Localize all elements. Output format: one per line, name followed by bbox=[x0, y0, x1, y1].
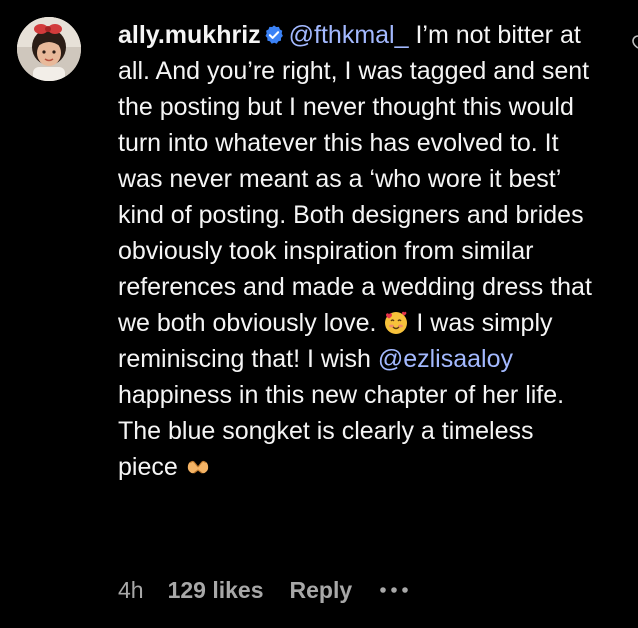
timestamp: 4h bbox=[118, 576, 144, 603]
comment-text: ally.mukhriz @fthkmal_ I’m not bitter at … bbox=[118, 17, 598, 485]
mention-link-ezlisaaloy[interactable]: @ezlisaaloy bbox=[378, 345, 513, 373]
verified-badge-icon bbox=[263, 20, 285, 44]
more-horizontal-icon[interactable] bbox=[378, 585, 410, 595]
mention-link-fthkmal[interactable]: @fthkmal_ bbox=[289, 21, 409, 49]
smiling-face-with-hearts-icon bbox=[383, 309, 409, 335]
avatar[interactable] bbox=[17, 17, 81, 81]
reply-button[interactable]: Reply bbox=[290, 577, 353, 604]
like-heart-icon[interactable] bbox=[630, 33, 638, 51]
comment-text-part-1: I’m not bitter at all. And you’re right,… bbox=[118, 21, 592, 337]
comment: ally.mukhriz @fthkmal_ I’m not bitter at … bbox=[0, 0, 638, 628]
comment-meta: 4h 129 likes Reply bbox=[118, 573, 410, 607]
likes-count[interactable]: 129 likes bbox=[168, 577, 264, 604]
username-link[interactable]: ally.mukhriz bbox=[118, 21, 261, 49]
comment-body: ally.mukhriz @fthkmal_ I’m not bitter at … bbox=[118, 17, 598, 485]
heart-hands-icon bbox=[185, 453, 211, 479]
